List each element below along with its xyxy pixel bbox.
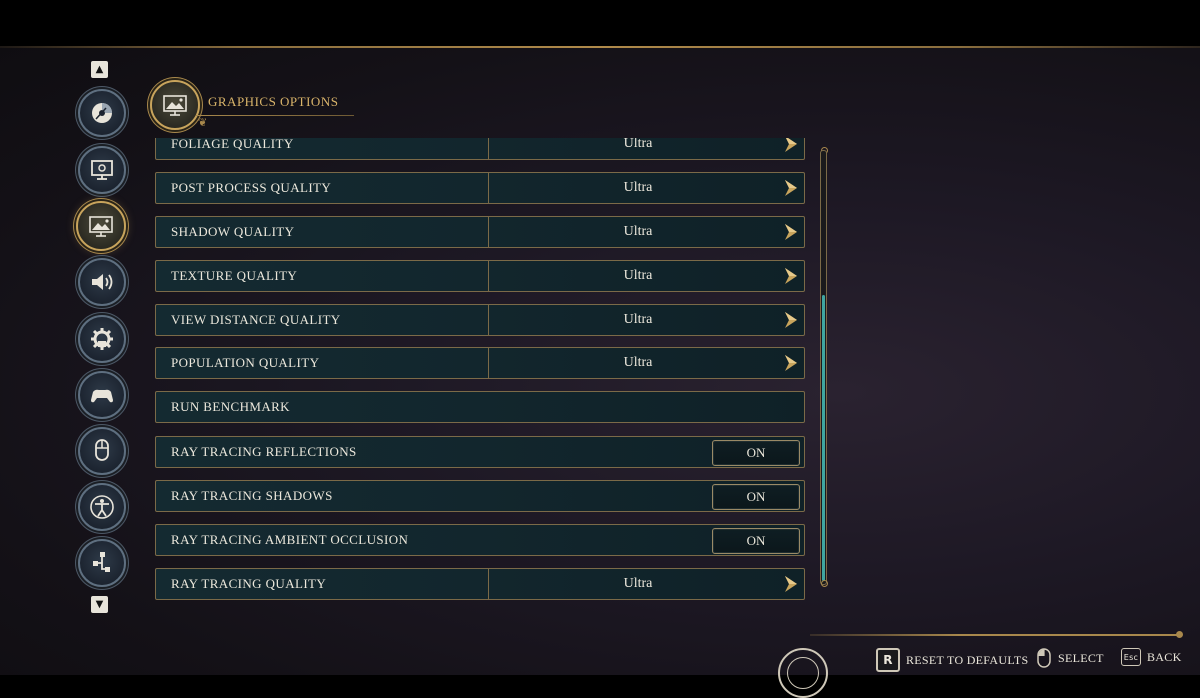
next-option-arrow-icon[interactable] — [784, 311, 798, 329]
settings-list: FOLIAGE QUALITY Ultra POST PROCESS QUALITY… — [150, 138, 815, 608]
setting-row-ray-tracing-ambient-occlusion[interactable]: RAY TRACING AMBIENT OCCLUSION ON — [155, 524, 805, 556]
setting-label: TEXTURE QUALITY — [171, 268, 298, 283]
sidebar-accessibility-tab[interactable] — [78, 483, 126, 531]
toggle-switch[interactable]: ON — [712, 528, 800, 554]
sidebar-network-tab[interactable] — [78, 539, 126, 587]
mouse-icon — [1037, 648, 1051, 668]
top-gold-divider — [0, 46, 1200, 48]
game-disc-icon — [92, 103, 112, 123]
reset-defaults-button[interactable]: R RESET TO DEFAULTS — [876, 648, 1028, 672]
setting-label: VIEW DISTANCE QUALITY — [171, 312, 341, 327]
setting-row-post-process-quality[interactable]: POST PROCESS QUALITY Ultra — [155, 172, 805, 204]
next-option-arrow-icon[interactable] — [784, 354, 798, 372]
setting-value[interactable]: Ultra — [489, 312, 787, 328]
mouse-keyboard-icon — [95, 439, 109, 461]
graphics-icon — [89, 216, 113, 237]
r-key-icon: R — [876, 648, 900, 672]
toggle-switch[interactable]: ON — [712, 440, 800, 466]
setting-value[interactable]: Ultra — [489, 180, 787, 196]
setting-row-texture-quality[interactable]: TEXTURE QUALITY Ultra — [155, 260, 805, 292]
scrollbar-bottom-cap — [821, 580, 828, 587]
setting-value[interactable]: Ultra — [489, 355, 787, 371]
setting-value[interactable]: Ultra — [489, 268, 787, 284]
back-label: BACK — [1147, 649, 1182, 664]
toggle-switch[interactable]: ON — [712, 484, 800, 510]
setting-row-ray-tracing-reflections[interactable]: RAY TRACING REFLECTIONS ON — [155, 436, 805, 468]
sidebar-gameplay-gear-tab[interactable] — [78, 315, 126, 363]
setting-row-ray-tracing-quality[interactable]: RAY TRACING QUALITY Ultra — [155, 568, 805, 600]
setting-row-view-distance-quality[interactable]: VIEW DISTANCE QUALITY Ultra — [155, 304, 805, 336]
sidebar-graphics-tab[interactable] — [76, 201, 126, 251]
setting-row-run-benchmark[interactable]: RUN BENCHMARK — [155, 391, 805, 423]
setting-row-ray-tracing-shadows[interactable]: RAY TRACING SHADOWS ON — [155, 480, 805, 512]
next-option-arrow-icon[interactable] — [784, 138, 798, 153]
audio-icon — [92, 274, 113, 290]
gameplay-gear-icon — [91, 328, 113, 350]
sidebar-controller-tab[interactable] — [78, 371, 126, 419]
setting-value[interactable]: Ultra — [489, 138, 787, 152]
compass-inner-ring — [787, 657, 819, 689]
sidebar-game-disc-tab[interactable] — [78, 89, 126, 137]
setting-row-shadow-quality[interactable]: SHADOW QUALITY Ultra — [155, 216, 805, 248]
display-settings-icon — [91, 160, 113, 180]
sidebar-mouse-keyboard-tab[interactable] — [78, 427, 126, 475]
next-option-arrow-icon[interactable] — [784, 223, 798, 241]
setting-label: SHADOW QUALITY — [171, 224, 295, 239]
graphics-header-icon — [150, 80, 200, 130]
next-option-arrow-icon[interactable] — [784, 575, 798, 593]
select-button[interactable]: SELECT — [1036, 648, 1104, 668]
setting-label: FOLIAGE QUALITY — [171, 138, 294, 151]
next-option-arrow-icon[interactable] — [784, 179, 798, 197]
setting-label: POPULATION QUALITY — [171, 355, 320, 370]
select-label: SELECT — [1058, 650, 1104, 665]
setting-label: RUN BENCHMARK — [171, 399, 290, 414]
setting-label: POST PROCESS QUALITY — [171, 180, 332, 195]
setting-label: RAY TRACING SHADOWS — [171, 488, 333, 503]
sidebar-scroll-down-icon[interactable]: ▼ — [91, 596, 108, 613]
title-flourish: ❦ — [198, 117, 208, 129]
scrollbar-thumb[interactable] — [822, 295, 825, 581]
footer-ornament — [1176, 631, 1183, 638]
setting-value[interactable]: Ultra — [489, 224, 787, 240]
sidebar-audio-tab[interactable] — [78, 258, 126, 306]
title-underline — [196, 115, 354, 116]
accessibility-icon — [90, 495, 114, 519]
page-title: GRAPHICS OPTIONS — [208, 94, 339, 109]
setting-row-population-quality[interactable]: POPULATION QUALITY Ultra — [155, 347, 805, 379]
sidebar-display-settings-tab[interactable] — [78, 146, 126, 194]
controller-icon — [91, 389, 113, 403]
setting-label: RAY TRACING AMBIENT OCCLUSION — [171, 532, 409, 547]
footer-divider — [810, 634, 1182, 636]
setting-label: RAY TRACING QUALITY — [171, 576, 327, 591]
setting-row-foliage-quality[interactable]: FOLIAGE QUALITY Ultra — [155, 138, 805, 160]
setting-value[interactable]: Ultra — [489, 576, 787, 592]
reset-defaults-label: RESET TO DEFAULTS — [906, 652, 1029, 667]
network-icon — [93, 552, 110, 572]
back-button[interactable]: Esc BACK — [1121, 648, 1182, 666]
scrollbar[interactable] — [820, 150, 827, 585]
setting-label: RAY TRACING REFLECTIONS — [171, 444, 357, 459]
next-option-arrow-icon[interactable] — [784, 267, 798, 285]
sidebar-scroll-up-icon[interactable]: ▲ — [91, 61, 108, 78]
esc-key-icon: Esc — [1121, 648, 1141, 666]
